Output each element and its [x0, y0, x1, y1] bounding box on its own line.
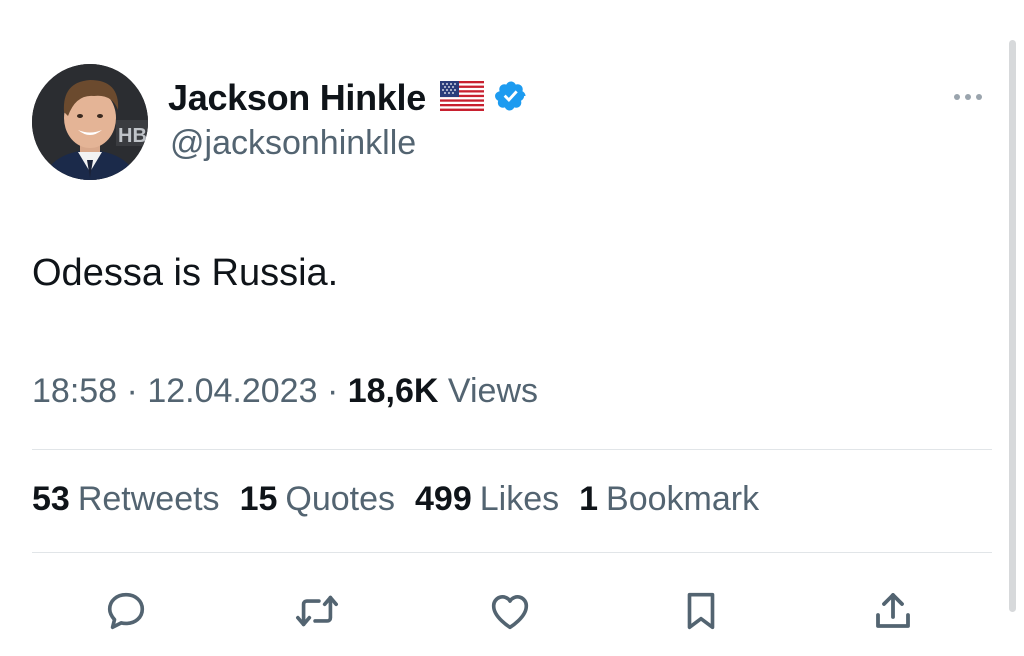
- tweet-stats: 53 Retweets 15 Quotes 499 Likes 1 Bookmark: [32, 480, 759, 519]
- author-name-row: Jackson Hinkle: [168, 76, 528, 120]
- likes-label: Likes: [479, 480, 560, 518]
- tweet-date[interactable]: 12.04.2023: [147, 372, 317, 410]
- reply-icon[interactable]: [101, 586, 151, 636]
- quotes-label: Quotes: [285, 480, 396, 518]
- scrollbar[interactable]: [1009, 40, 1016, 612]
- divider: [32, 552, 992, 553]
- bookmarks-label: Bookmark: [606, 480, 760, 518]
- meta-separator: ·: [326, 372, 339, 410]
- likes-count: 499: [415, 480, 472, 518]
- retweet-icon[interactable]: [292, 586, 342, 636]
- more-options-icon[interactable]: [946, 86, 990, 108]
- tweet-text: Odessa is Russia.: [32, 252, 339, 294]
- likes-stat[interactable]: 499 Likes: [415, 480, 559, 519]
- tweet-meta: 18:58 · 12.04.2023 · 18,6K Views: [32, 372, 538, 411]
- tweet-time[interactable]: 18:58: [32, 372, 117, 410]
- retweets-label: Retweets: [77, 480, 220, 518]
- us-flag-icon: [439, 80, 484, 116]
- avatar-photo: HB: [32, 64, 148, 180]
- verified-badge-icon[interactable]: [494, 79, 528, 118]
- author-name[interactable]: Jackson Hinkle: [168, 77, 426, 119]
- quotes-count: 15: [239, 480, 278, 518]
- divider: [32, 449, 992, 450]
- action-bar: [0, 580, 1024, 640]
- retweets-count: 53: [32, 480, 70, 518]
- views-count: 18,6K: [347, 372, 439, 410]
- meta-separator: ·: [126, 372, 138, 410]
- retweets-stat[interactable]: 53 Retweets: [32, 480, 220, 519]
- svg-text:HB: HB: [118, 125, 147, 147]
- views-label: Views: [447, 372, 539, 410]
- share-icon[interactable]: [868, 586, 918, 636]
- bookmarks-stat[interactable]: 1 Bookmark: [579, 480, 759, 519]
- bookmark-icon[interactable]: [676, 586, 726, 636]
- quotes-stat[interactable]: 15 Quotes: [240, 480, 395, 519]
- author-handle[interactable]: @jacksonhinklle: [170, 124, 416, 163]
- avatar[interactable]: HB: [32, 64, 148, 180]
- bookmarks-count: 1: [579, 480, 599, 518]
- like-icon[interactable]: [485, 586, 535, 636]
